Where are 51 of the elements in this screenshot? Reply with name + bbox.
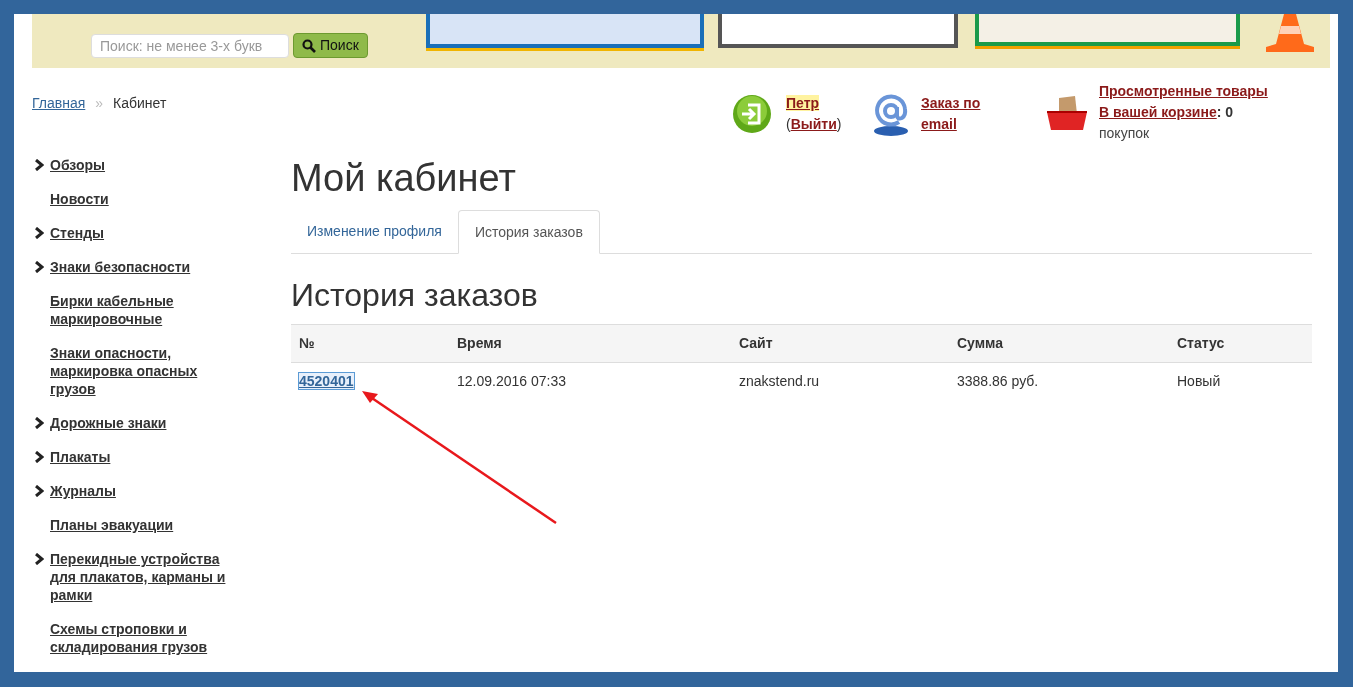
sidebar-item[interactable]: Перекидные устройства для плакатов, карманы и рамки [50,550,244,604]
at-sign-icon [872,93,910,137]
order-number-link[interactable]: 4520401 [299,373,354,390]
traffic-cone-icon [1264,14,1316,54]
chevron-right-icon [34,227,44,239]
table-cell: Новый [1169,362,1312,401]
breadcrumb-current: Кабинет [113,94,167,113]
paren: ( [786,115,791,134]
search-button[interactable]: Поиск [293,33,368,58]
cart-count: : 0 [1216,103,1234,122]
breadcrumb-separator: » [95,94,104,113]
paren: ) [836,115,842,134]
sidebar-item[interactable]: Знаки безопасности [50,258,244,276]
column-header: Время [449,324,731,363]
sidebar-item[interactable]: Знаки опасности, маркировка опасных грузов [50,344,244,398]
sidebar-item[interactable]: Обзоры [50,156,244,174]
sidebar-item[interactable]: Дорожные знаки [50,414,244,432]
sidebar-item[interactable]: Плакаты [50,448,244,466]
table-cell: 12.09.2016 07:33 [449,362,731,401]
sidebar-item[interactable]: Стенды [50,224,244,242]
table-cell: znakstend.ru [731,362,949,401]
chevron-right-icon [34,159,44,171]
cart-unit-label: покупок [1099,124,1151,143]
sidebar-item[interactable]: Бирки кабельные маркировочные [50,292,244,328]
column-header: Статус [1169,324,1312,363]
section-heading: История заказов [291,276,539,314]
search-field[interactable]: Поиск: не менее 3-х букв [91,33,289,58]
chevron-right-icon [34,451,44,463]
column-header: Сайт [731,324,949,363]
sidebar-item[interactable]: Новости [50,190,244,208]
chevron-right-icon [34,553,44,565]
search-icon [302,38,316,53]
logout-link[interactable]: Выйти [790,114,837,135]
cart-link[interactable]: В вашей корзине [1099,102,1217,123]
sidebar-item[interactable]: Планы эвакуации [50,516,244,534]
tab[interactable]: История заказов [457,210,600,254]
column-header: Сумма [949,324,1169,363]
user-name-link[interactable]: Петр [786,95,820,111]
tab[interactable]: Изменение профиля [291,209,458,253]
exit-icon [732,94,772,134]
email-order-link[interactable]: Заказ по email [921,93,1001,135]
table-cell: 3388.86 руб. [949,362,1169,401]
breadcrumb-link[interactable]: Главная [32,93,86,114]
sidebar-item[interactable]: Схемы строповки и складирования грузов [50,620,244,656]
page-title: Мой кабинет [291,156,517,200]
chevron-right-icon [34,417,44,429]
viewed-products-link[interactable]: Просмотренные товары [1099,81,1268,102]
column-header: № [291,324,449,363]
chevron-right-icon [34,485,44,497]
sidebar-item[interactable]: Журналы [50,482,244,500]
chevron-right-icon [34,261,44,273]
